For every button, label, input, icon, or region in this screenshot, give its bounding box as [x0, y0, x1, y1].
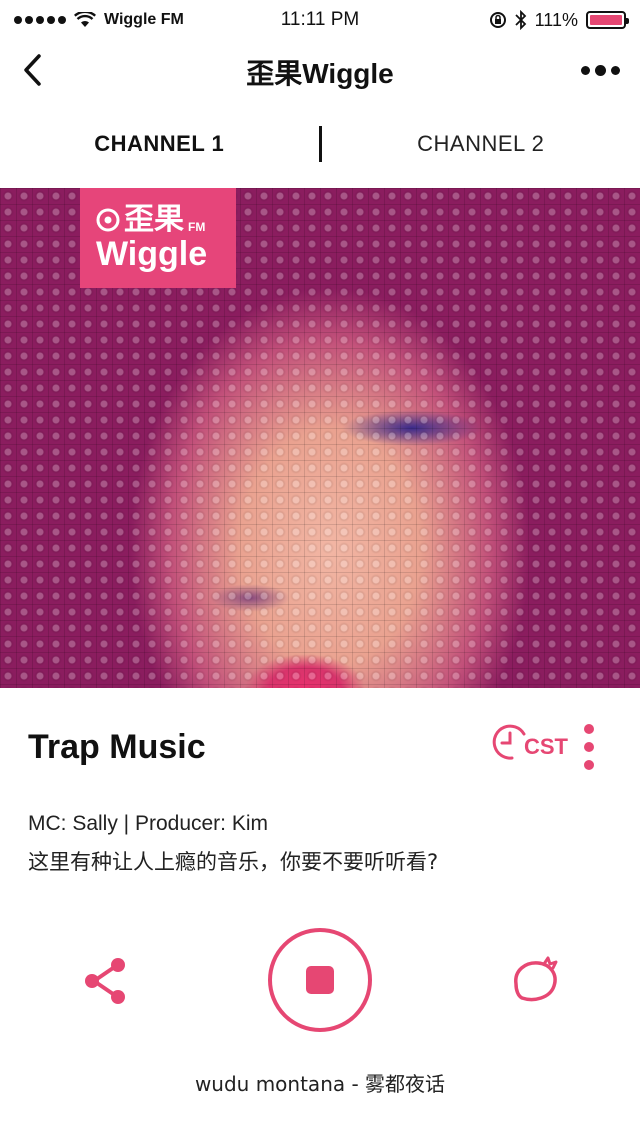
favorite-button[interactable] — [508, 954, 562, 1004]
page-title: 歪果Wiggle — [246, 58, 394, 89]
nav-bar: 歪果Wiggle — [0, 40, 640, 100]
stop-button[interactable] — [268, 928, 372, 1032]
share-button[interactable] — [80, 954, 130, 1008]
more-button[interactable] — [581, 56, 620, 84]
bluetooth-icon — [514, 10, 526, 30]
status-right: 111% — [489, 9, 629, 31]
share-icon — [85, 958, 125, 1004]
logo-mark-icon — [96, 208, 120, 232]
tab-channel-2[interactable]: CHANNEL 2 — [322, 131, 640, 157]
kebab-icon — [584, 724, 594, 734]
show-options-button[interactable] — [584, 724, 594, 770]
show-title: Trap Music — [28, 728, 206, 766]
status-bar: Wiggle FM 11:11 PM 111% — [0, 0, 640, 40]
stop-icon — [306, 966, 334, 994]
strawberry-icon — [514, 956, 558, 1002]
wiggle-fm-logo: 歪果 FM Wiggle — [80, 188, 236, 288]
show-description: 这里有种让人上瘾的音乐，你要不要听听看? — [28, 850, 439, 874]
timezone-label: CST — [524, 734, 568, 759]
battery-icon — [586, 11, 629, 29]
logo-cn: 歪果 — [124, 202, 184, 237]
signal-icon — [14, 16, 66, 24]
tab-channel-1[interactable]: CHANNEL 1 — [0, 131, 319, 157]
status-left: Wiggle FM — [14, 11, 184, 29]
now-playing-track: wudu montana - 雾都夜话 — [194, 1072, 446, 1096]
orientation-lock-icon — [489, 12, 506, 28]
logo-en: Wiggle — [96, 235, 208, 273]
wifi-icon — [74, 12, 96, 27]
timezone-button[interactable]: CST — [490, 722, 568, 762]
more-icon — [581, 65, 590, 75]
cover-image: 歪果 FM Wiggle — [0, 188, 640, 688]
screen: Wiggle FM 11:11 PM 111% 歪果Wiggle CHANNEL… — [0, 0, 640, 1136]
show-credits: MC: Sally | Producer: Kim — [28, 812, 269, 835]
logo-fm: FM — [188, 220, 206, 234]
carrier-label: Wiggle FM — [104, 11, 184, 28]
battery-percent: 111% — [534, 9, 578, 30]
channel-tabs: CHANNEL 1 CHANNEL 2 — [0, 112, 640, 176]
